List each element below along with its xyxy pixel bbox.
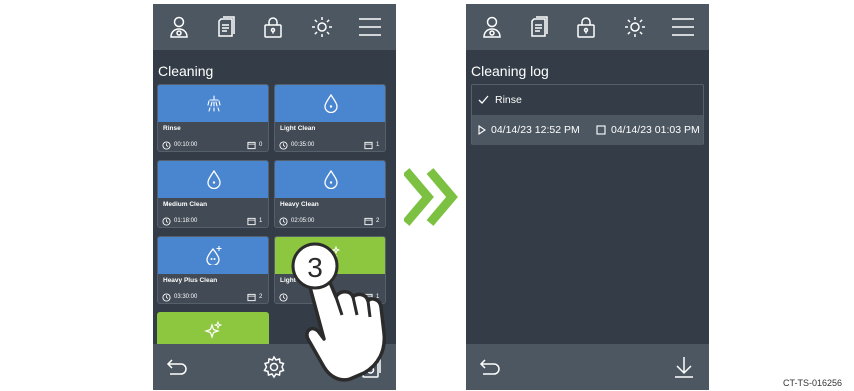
counter-icon bbox=[364, 217, 373, 226]
tile-header bbox=[158, 237, 268, 274]
tile-count: 0 bbox=[259, 142, 263, 148]
program-tile[interactable]: Rinse 00:10:00 0 bbox=[157, 84, 269, 152]
page-title: Cleaning bbox=[158, 63, 214, 79]
cleaning-log-entry[interactable]: Rinse 04/14/23 12:52 PM 04/14/23 01:03 P… bbox=[471, 84, 704, 145]
top-bar bbox=[153, 4, 396, 50]
menu-icon[interactable] bbox=[671, 15, 695, 39]
tile-name: Heavy Clean bbox=[280, 201, 319, 208]
shower-icon bbox=[207, 95, 221, 112]
log-program-name: Rinse bbox=[495, 94, 522, 106]
tile-header bbox=[158, 85, 268, 122]
tile-duration: 00:35:00 bbox=[291, 142, 315, 148]
back-icon[interactable] bbox=[165, 355, 189, 379]
check-icon bbox=[478, 95, 489, 104]
user-icon[interactable] bbox=[480, 15, 504, 39]
program-tile[interactable]: Light Clean 00:35:00 1 bbox=[274, 84, 386, 152]
tile-count: 1 bbox=[259, 218, 263, 224]
tile-duration: 01:18:00 bbox=[174, 218, 198, 224]
tile-duration: 03:30:00 bbox=[174, 294, 198, 300]
bottom-bar bbox=[466, 344, 709, 390]
page-title: Cleaning log bbox=[471, 63, 549, 79]
tile-name: Medium Clean bbox=[163, 201, 208, 208]
tile-duration: 02:05:00 bbox=[291, 218, 315, 224]
lock-icon[interactable] bbox=[261, 15, 285, 39]
tile-count: 2 bbox=[376, 218, 380, 224]
clock-icon bbox=[279, 141, 288, 150]
tile-header bbox=[275, 85, 385, 122]
sparkle-icon bbox=[204, 320, 222, 339]
clock-icon bbox=[162, 217, 171, 226]
counter-icon bbox=[247, 293, 256, 302]
drop-icon bbox=[324, 169, 338, 189]
log-start-time: 04/14/23 12:52 PM bbox=[491, 124, 580, 136]
brightness-icon[interactable] bbox=[623, 15, 647, 39]
tile-duration: 00:10:00 bbox=[174, 142, 198, 148]
drop-icon bbox=[324, 93, 338, 113]
double-chevron-right-icon bbox=[404, 168, 458, 226]
log-entry-row[interactable]: 04/14/23 12:52 PM 04/14/23 01:03 PM bbox=[472, 115, 703, 145]
download-icon[interactable] bbox=[672, 355, 696, 379]
log-end-time: 04/14/23 01:03 PM bbox=[611, 124, 700, 136]
tile-header bbox=[275, 161, 385, 198]
tile-count: 1 bbox=[376, 142, 380, 148]
tile-name: Rinse bbox=[163, 125, 181, 132]
tile-name: Light Clean bbox=[280, 125, 316, 132]
document-icon[interactable] bbox=[527, 15, 551, 39]
clock-icon bbox=[162, 141, 171, 150]
tile-name: Heavy Plus Clean bbox=[163, 277, 218, 284]
program-tile[interactable]: Heavy Clean 02:05:00 2 bbox=[274, 160, 386, 228]
lock-icon[interactable] bbox=[574, 15, 598, 39]
play-icon bbox=[478, 125, 486, 135]
back-icon[interactable] bbox=[478, 355, 502, 379]
tile-header bbox=[158, 161, 268, 198]
document-icon[interactable] bbox=[214, 15, 238, 39]
menu-icon[interactable] bbox=[358, 15, 382, 39]
clock-icon bbox=[279, 217, 288, 226]
cleaning-log-screen: Cleaning log Rinse 04/14/23 12:52 PM 04/… bbox=[466, 4, 709, 390]
tile-count: 2 bbox=[259, 294, 263, 300]
top-bar bbox=[466, 4, 709, 50]
stop-icon bbox=[596, 125, 606, 135]
counter-icon bbox=[364, 141, 373, 150]
counter-icon bbox=[247, 141, 256, 150]
log-entry-header[interactable]: Rinse bbox=[472, 85, 703, 115]
brightness-icon[interactable] bbox=[310, 15, 334, 39]
step-number: 3 bbox=[307, 252, 323, 283]
user-icon[interactable] bbox=[167, 15, 191, 39]
program-tile[interactable]: Heavy Plus Clean 03:30:00 2 bbox=[157, 236, 269, 304]
tap-hand-icon: 3 bbox=[291, 242, 387, 382]
program-tile[interactable]: Medium Clean 01:18:00 1 bbox=[157, 160, 269, 228]
clock-icon bbox=[162, 293, 171, 302]
drop-plus-icon bbox=[206, 246, 222, 265]
drop-icon bbox=[207, 169, 221, 189]
counter-icon bbox=[247, 217, 256, 226]
reference-code: CT-TS-016256 bbox=[783, 378, 843, 388]
